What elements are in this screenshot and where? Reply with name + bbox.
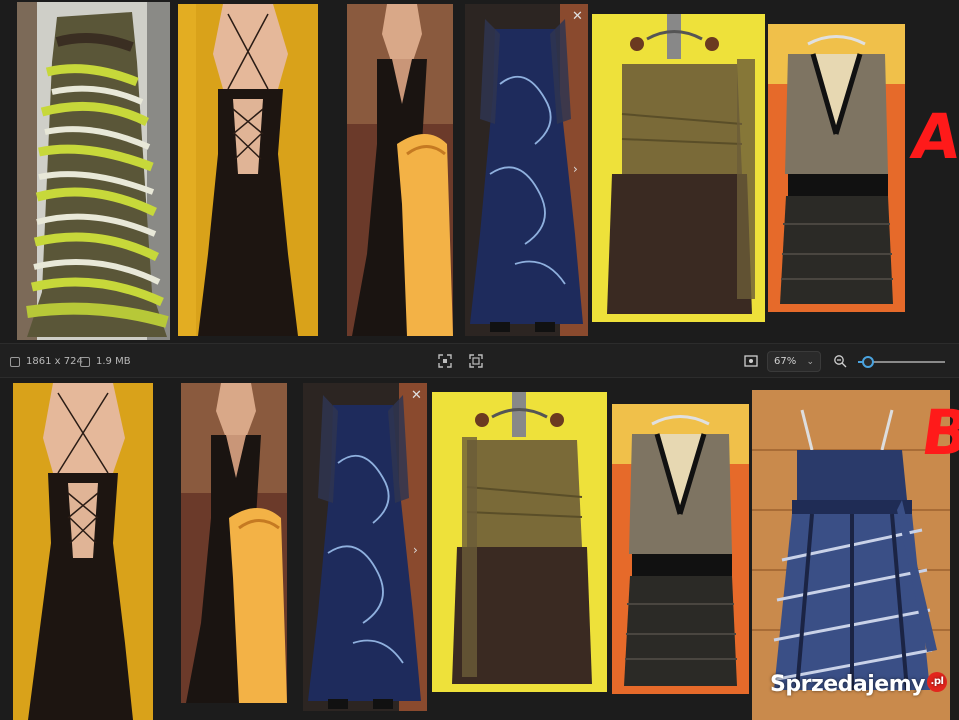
sprzedajemy-watermark: Sprzedajemy .pl (770, 672, 947, 697)
image-dimensions-text: 1861 x 724 (26, 356, 83, 367)
file-size-text: 1.9 MB (96, 356, 131, 367)
photo-row-a: ✕ › A (0, 0, 959, 343)
fit-screen-icon (438, 354, 452, 368)
watermark-brand: Sprzedajemy (770, 672, 926, 697)
photo-a4-navy-satin-gown[interactable]: ✕ › (465, 4, 588, 336)
photo-a5-olive-corset-dress[interactable] (592, 14, 765, 322)
image-info-icon (10, 356, 20, 367)
watermark-tld: .pl (927, 672, 947, 692)
photo-b1-black-backless-dress[interactable] (13, 383, 153, 720)
chevron-right-icon[interactable]: › (413, 543, 418, 557)
photo-a2-black-backless-dress[interactable] (178, 4, 318, 336)
photo-b4-olive-corset-dress[interactable] (432, 392, 607, 692)
photo-b2-black-gown-front[interactable] (181, 383, 287, 703)
zoom-out-button[interactable] (829, 350, 851, 372)
image-dimensions: 1861 x 724 (10, 344, 83, 379)
photo-row-b: ✕ › B (0, 378, 959, 720)
fit-screen-button[interactable] (434, 350, 456, 372)
close-icon[interactable]: ✕ (572, 10, 583, 23)
photo-b3-navy-satin-gown[interactable]: ✕ › (303, 383, 427, 711)
photo-a6-lace-dress[interactable] (768, 24, 905, 312)
photo-a3-black-gown-front[interactable] (347, 4, 453, 336)
zoom-slider[interactable] (858, 356, 945, 368)
file-size-icon (80, 356, 90, 367)
chevron-down-icon: ⌄ (806, 356, 814, 367)
photo-b5-lace-dress[interactable] (612, 404, 749, 694)
zoom-level-text: 67% (774, 356, 797, 367)
display-settings-icon (744, 355, 758, 367)
zoom-level-dropdown[interactable]: 67% ⌄ (767, 351, 821, 372)
actual-size-icon (469, 354, 483, 368)
zoom-slider-thumb[interactable] (862, 356, 875, 368)
row-label-a: A (906, 100, 959, 173)
display-settings-button[interactable] (740, 350, 762, 372)
chevron-right-icon[interactable]: › (573, 162, 578, 176)
close-icon[interactable]: ✕ (411, 389, 422, 402)
photo-a1-patterned-dress[interactable] (17, 2, 170, 340)
file-size: 1.9 MB (80, 344, 131, 379)
image-viewer-toolbar: 1861 x 724 1.9 MB 67% ⌄ (0, 343, 959, 378)
zoom-out-icon (834, 355, 847, 368)
actual-size-button[interactable] (465, 350, 487, 372)
